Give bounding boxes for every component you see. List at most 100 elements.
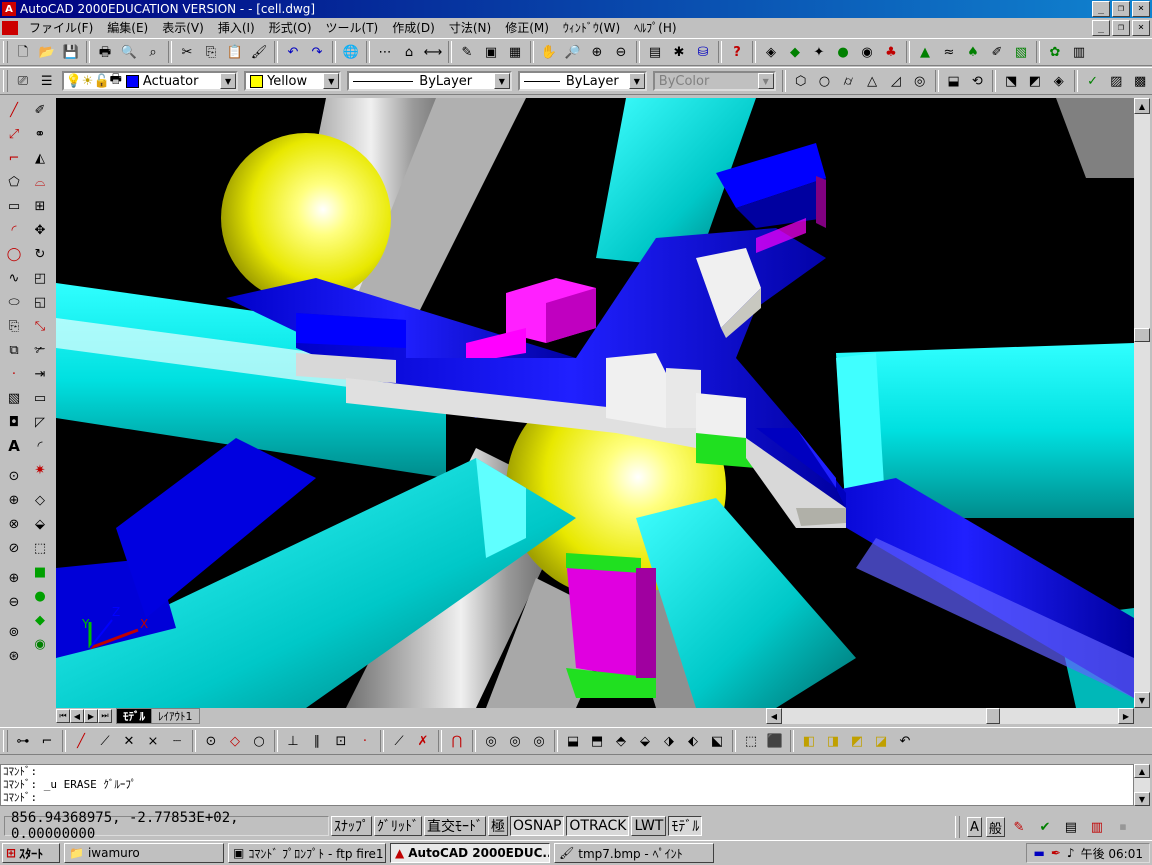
shade-box-icon[interactable]: ◆ [29, 609, 51, 631]
spline-icon[interactable]: ∿ [3, 267, 25, 289]
point-icon[interactable]: · [3, 363, 25, 385]
undo-icon[interactable]: ↶ [282, 41, 304, 63]
layer-dropdown-arrow[interactable]: ▼ [220, 73, 237, 89]
torus-icon[interactable]: ◎ [909, 70, 931, 92]
shade-sphere-icon[interactable]: ◉ [29, 633, 51, 655]
region-icon[interactable]: ◘ [3, 411, 25, 433]
print-icon[interactable]: 🖶 [94, 41, 116, 63]
scroll-up-button[interactable]: ▲ [1134, 98, 1150, 114]
new-file-icon[interactable]: 🗋 [12, 41, 34, 63]
ime-tools-icon[interactable]: ✔ [1034, 816, 1056, 838]
viewports-icon[interactable]: ▦ [504, 41, 526, 63]
tab-first-button[interactable]: ⏮ [56, 709, 70, 723]
setup-drawing-icon[interactable]: ✓ [1082, 70, 1104, 92]
menu-view[interactable]: 表示(V) [155, 19, 211, 36]
break-icon[interactable]: ▭ [29, 387, 51, 409]
dish-surface-icon[interactable]: ⬕ [706, 730, 728, 752]
ime-properties-icon[interactable]: ▥ [1086, 816, 1108, 838]
revolve-icon[interactable]: ⟲ [966, 70, 988, 92]
cut-icon[interactable]: ✂ [176, 41, 198, 63]
zoom-in-icon[interactable]: ⊕ [3, 567, 25, 589]
menu-draw[interactable]: 作成(D) [385, 19, 442, 36]
lineweight-combo[interactable]: ByLayer ▼ [517, 71, 647, 91]
ime-alpha[interactable]: A [967, 817, 982, 837]
help-icon[interactable]: ? [726, 41, 748, 63]
materials-library-icon[interactable]: ◉ [856, 41, 878, 63]
flat-edges-icon[interactable]: ◩ [846, 730, 868, 752]
print-preview-icon[interactable]: 🔍 [118, 41, 140, 63]
paste-icon[interactable]: 📋 [224, 41, 246, 63]
redo-icon[interactable]: ↷ [306, 41, 328, 63]
shade-options-icon[interactable]: ↶ [894, 730, 916, 752]
extrude-icon[interactable]: ⬓ [943, 70, 965, 92]
chamfer-icon[interactable]: ◸ [29, 411, 51, 433]
offset-icon[interactable]: ⌓ [29, 171, 51, 193]
snap-node-icon[interactable]: · [354, 730, 376, 752]
render-icon[interactable]: ◈ [760, 41, 782, 63]
ortho-toggle[interactable]: 直交ﾓｰﾄﾞ [424, 816, 486, 836]
fillet-icon[interactable]: ◜ [29, 435, 51, 457]
scale-icon[interactable]: ◰ [29, 267, 51, 289]
start-button[interactable]: ⊞ ｽﾀｰﾄ [2, 843, 60, 863]
menu-format[interactable]: 形式(O) [262, 19, 319, 36]
task-paint[interactable]: 🖌 tmp7.bmp - ﾍﾟｲﾝﾄ [554, 843, 714, 863]
close-button[interactable]: × [1132, 1, 1150, 17]
trim-icon[interactable]: ✃ [29, 339, 51, 361]
tree-icon[interactable]: ♠ [962, 41, 984, 63]
zoom-window-side-icon[interactable]: ⊕ [3, 489, 25, 511]
web-icon[interactable]: 🌐 [340, 41, 362, 63]
wedge-icon[interactable]: ◿ [885, 70, 907, 92]
menu-tools[interactable]: ツール(T) [319, 19, 386, 36]
make-layer-current-icon[interactable]: ⎚ [12, 70, 34, 92]
shade-gouraud-icon[interactable]: ● [29, 585, 51, 607]
tab-layout1[interactable]: ﾚｲｱｳﾄ1 [151, 708, 200, 724]
gouraud-edges-icon[interactable]: ◪ [870, 730, 892, 752]
document-icon[interactable] [2, 20, 18, 35]
extend-icon[interactable]: ⇥ [29, 363, 51, 385]
view-top-icon[interactable]: ◇ [29, 489, 51, 511]
model-toggle[interactable]: ﾓﾃﾞﾙ [668, 816, 703, 836]
setup-profile-icon[interactable]: ▩ [1129, 70, 1151, 92]
task-autocad[interactable]: ▲ AutoCAD 2000EDUC... [390, 843, 550, 863]
snap-from-icon[interactable]: ⌐ [36, 730, 58, 752]
task-iwamuro[interactable]: 📁 iwamuro [64, 843, 224, 863]
tab-next-button[interactable]: ▶ [84, 709, 98, 723]
scenes-icon[interactable]: ◆ [784, 41, 806, 63]
cone-icon[interactable]: △ [861, 70, 883, 92]
linetype-combo[interactable]: ByLayer ▼ [347, 71, 512, 91]
command-scroll-up[interactable]: ▲ [1134, 764, 1150, 778]
materials-icon[interactable]: ● [832, 41, 854, 63]
interfere-icon[interactable]: ◈ [1048, 70, 1070, 92]
copy-icon[interactable]: ⎘ [200, 41, 222, 63]
menu-dimension[interactable]: 寸法(N) [442, 19, 498, 36]
orbit-pan-icon[interactable]: ◎ [480, 730, 502, 752]
explode-icon[interactable]: ✷ [29, 459, 51, 481]
section-icon[interactable]: ◩ [1024, 70, 1046, 92]
pan-icon[interactable]: ✋ [538, 41, 560, 63]
snap-endpoint-icon[interactable]: ╱ [70, 730, 92, 752]
box-surface-icon[interactable]: ⬓ [562, 730, 584, 752]
tab-prev-button[interactable]: ◀ [70, 709, 84, 723]
lineweight-dropdown-arrow[interactable]: ▼ [628, 73, 645, 89]
zoom-dynamic-icon[interactable]: ⊗ [3, 513, 25, 535]
dbconnect-icon[interactable]: ⛁ [692, 41, 714, 63]
minimize-button[interactable]: _ [1092, 1, 1110, 17]
dome-surface-icon[interactable]: ⬖ [682, 730, 704, 752]
polygon-icon[interactable]: ⬠ [3, 171, 25, 193]
landscape-icon[interactable]: ▲ [914, 41, 936, 63]
doc-restore-button[interactable]: ❐ [1112, 20, 1130, 36]
zoom-all-icon[interactable]: ⊚ [3, 621, 25, 643]
snap-insert-icon[interactable]: ⊡ [330, 730, 352, 752]
autocad-app-icon[interactable]: A [2, 2, 16, 16]
box-icon[interactable]: ⬡ [790, 70, 812, 92]
orbit-zoom-icon[interactable]: ◎ [504, 730, 526, 752]
view-3d-icon[interactable]: ⬚ [29, 537, 51, 559]
slice-icon[interactable]: ⬔ [1000, 70, 1022, 92]
wedge-surface-icon[interactable]: ⬒ [586, 730, 608, 752]
construction-line-icon[interactable]: ⤢ [3, 123, 25, 145]
menu-modify[interactable]: 修正(M) [498, 19, 556, 36]
color-combo[interactable]: Yellow ▼ [244, 71, 342, 91]
sphere-icon[interactable]: ○ [814, 70, 836, 92]
zoom-scale-icon[interactable]: ⊘ [3, 537, 25, 559]
array-icon[interactable]: ⊞ [29, 195, 51, 217]
